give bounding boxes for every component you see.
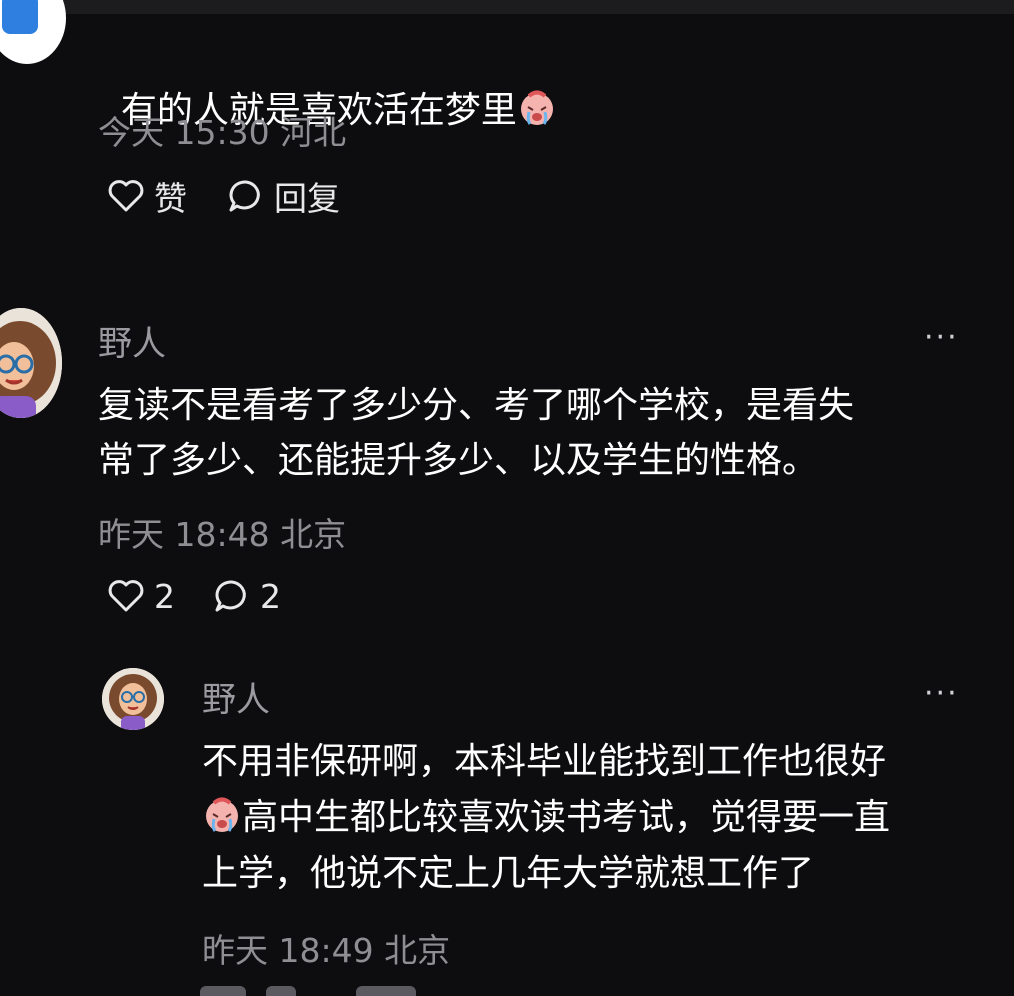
reply-timestamp: 昨天 18:49 北京: [202, 931, 451, 970]
reply-count: 2: [260, 576, 281, 616]
username[interactable]: 野人: [98, 316, 166, 365]
username[interactable]: 野人: [202, 672, 270, 721]
more-options-button[interactable]: ···: [924, 323, 959, 353]
comment-text: 复读不是看考了多少分、考了哪个学校，是看失 常了多少、还能提升多少、以及学生的性…: [98, 385, 855, 481]
crying-face-emoji-icon: [520, 90, 553, 125]
like-button[interactable]: 赞: [106, 172, 187, 220]
like-label: 赞: [154, 179, 187, 218]
reply-text-line: 高中生都比较喜欢读书考试，觉得要一直: [202, 790, 890, 845]
heart-icon: [108, 580, 144, 612]
top-bar: [0, 0, 1014, 14]
crying-face-emoji-icon: [206, 797, 238, 832]
comment-bubble-icon: [229, 180, 260, 212]
reply-button[interactable]: 2: [212, 576, 281, 616]
action-bar-cutoff: [200, 986, 460, 996]
avatar-image: [2, 0, 38, 34]
comment-timestamp: 昨天 18:48 北京: [98, 515, 347, 554]
reply-text-line: 上学，他说不定上几年大学就想工作了: [202, 853, 815, 894]
reply-text-content: 高中生都比较喜欢读书考试，觉得要一直: [242, 797, 891, 838]
avatar[interactable]: [102, 668, 164, 730]
avatar-cartoon-woman: [102, 668, 164, 730]
avatar[interactable]: [0, 308, 62, 418]
reply-button[interactable]: 回复: [226, 172, 340, 220]
comment-timestamp: 今天 15:30 河北: [98, 113, 347, 152]
heart-icon: [108, 180, 144, 212]
like-button[interactable]: 2: [106, 576, 175, 616]
like-count: 2: [154, 576, 175, 616]
avatar[interactable]: [0, 0, 66, 64]
comment-bubble-icon: [215, 580, 246, 612]
reply-label: 回复: [274, 179, 340, 218]
reply-text-line: 不用非保研啊，本科毕业能找到工作也很好: [202, 741, 887, 782]
more-options-button[interactable]: ···: [924, 679, 959, 709]
avatar-cartoon-woman: [0, 308, 62, 418]
